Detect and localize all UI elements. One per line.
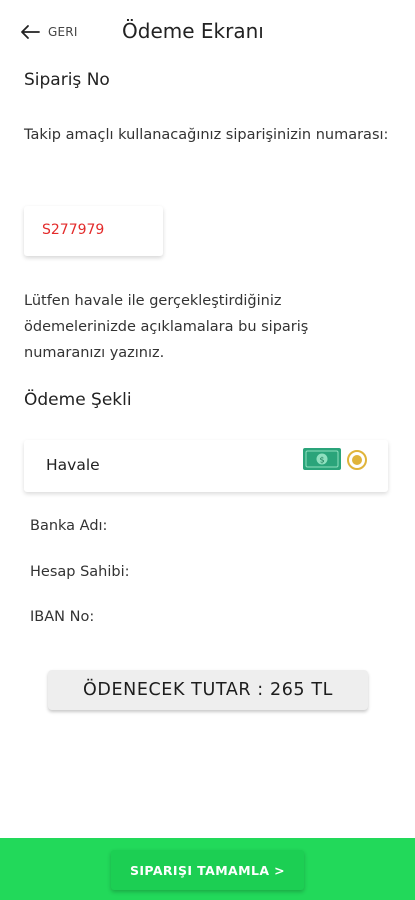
iban-label: IBAN No:: [30, 609, 95, 625]
total-amount-label: ÖDENECEK TUTAR : 265 TL: [83, 680, 333, 700]
payment-section-title: Ödeme Şekli: [24, 390, 132, 410]
svg-text:$: $: [319, 456, 324, 465]
account-holder-label: Hesap Sahibi:: [30, 564, 130, 580]
payment-note: Lütfen havale ile gerçekleştirdiğiniz öd…: [24, 293, 309, 361]
payment-method-havale[interactable]: Havale $: [24, 440, 388, 492]
order-description: Takip amaçlı kullanacağınız siparişinizi…: [24, 127, 389, 143]
order-number-card: S277979: [24, 206, 163, 256]
total-amount-button[interactable]: ÖDENECEK TUTAR : 265 TL: [48, 670, 368, 710]
back-label: GERI: [48, 25, 78, 39]
back-button[interactable]: GERI: [20, 20, 78, 44]
payment-method-label: Havale: [46, 456, 100, 474]
money-icon: $: [303, 448, 341, 470]
footer-bar: SIPARIŞI TAMAMLA >: [0, 838, 415, 900]
complete-order-button[interactable]: SIPARIŞI TAMAMLA >: [111, 850, 304, 890]
bank-name-label: Banka Adı:: [30, 518, 108, 534]
order-section-title: Sipariş No: [24, 70, 110, 90]
payment-radio-selected[interactable]: [347, 450, 367, 470]
order-number: S277979: [42, 222, 105, 238]
app-header: GERI Ödeme Ekranı: [0, 0, 415, 64]
radio-dot: [352, 455, 362, 465]
arrow-left-icon: [21, 25, 40, 39]
complete-order-label: SIPARIŞI TAMAMLA >: [129, 862, 286, 878]
page-title: Ödeme Ekranı: [122, 19, 264, 43]
